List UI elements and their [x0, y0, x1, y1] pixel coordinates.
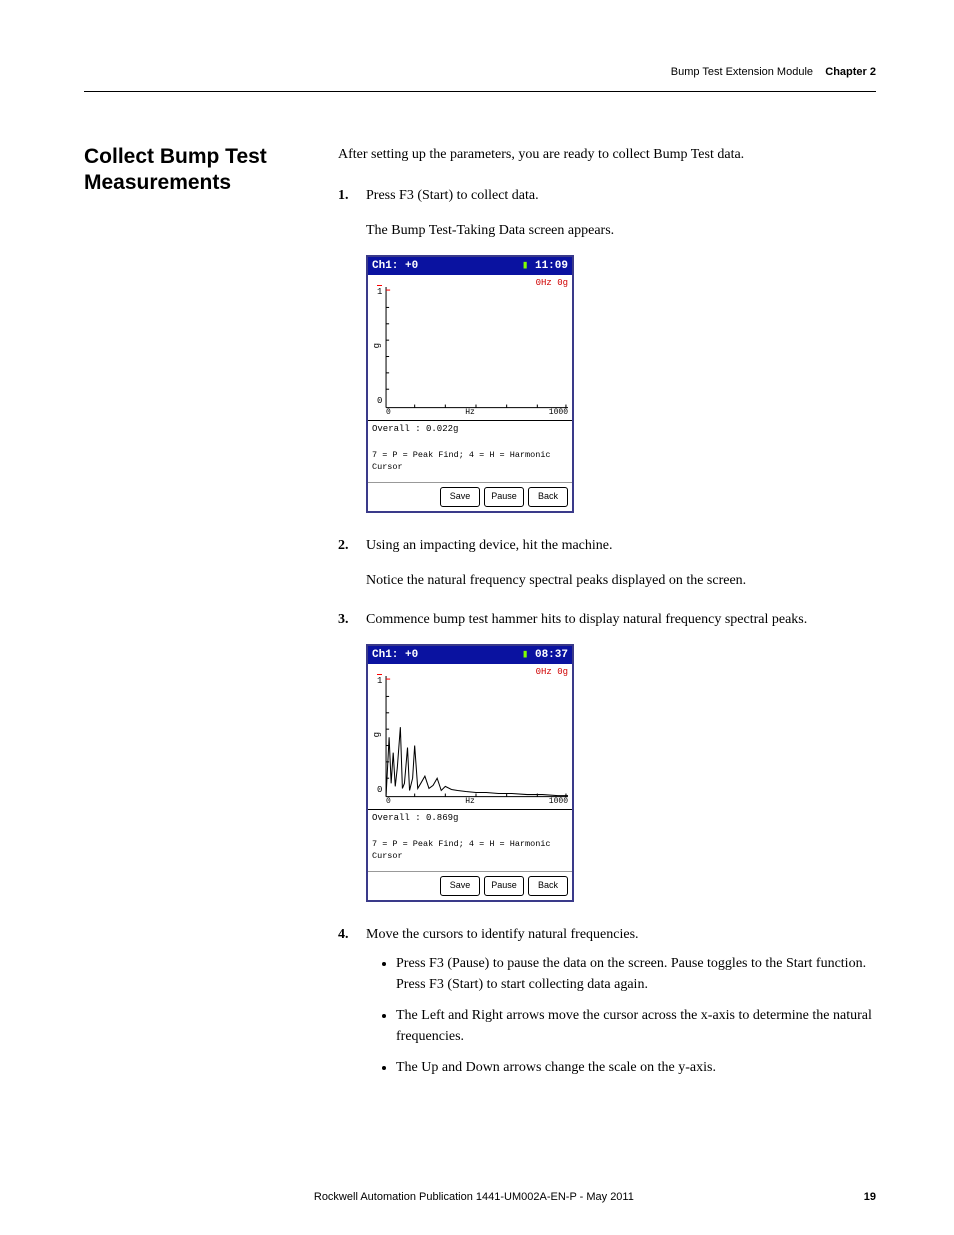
screenshot-1: Ch1: +0 ▮ 11:09 0Hz 0g 1 g 0 [366, 255, 876, 513]
ss-y-bottom: 0 [377, 784, 382, 798]
ss-channel-label: Ch1: +0 [372, 647, 418, 664]
step-text: Press F3 (Start) to collect data. [366, 188, 539, 203]
ss-y-top: 1 [377, 285, 382, 300]
ss-button-row: Save Pause Back [368, 482, 572, 511]
step-item: Using an impacting device, hit the machi… [366, 535, 876, 591]
sub-bullet: Press F3 (Pause) to pause the data on th… [396, 953, 876, 995]
header-rule [84, 91, 876, 92]
ss-y-top: 1 [377, 674, 382, 689]
left-column: Collect Bump Test Measurements [84, 144, 314, 1096]
pause-button[interactable]: Pause [484, 876, 524, 896]
step-item: Press F3 (Start) to collect data. The Bu… [366, 185, 876, 513]
step-text: Using an impacting device, hit the machi… [366, 538, 612, 553]
sub-bullets: Press F3 (Pause) to pause the data on th… [366, 953, 876, 1078]
plot-axes [384, 676, 568, 799]
steps-list: Press F3 (Start) to collect data. The Bu… [338, 185, 876, 1078]
sub-bullet: The Up and Down arrows change the scale … [396, 1057, 876, 1078]
ss-x-max: 1000 [549, 796, 568, 808]
content-columns: Collect Bump Test Measurements After set… [84, 144, 876, 1096]
ss-x-max: 1000 [549, 407, 568, 419]
right-column: After setting up the parameters, you are… [338, 144, 876, 1096]
page-header: Bump Test Extension Module Chapter 2 [84, 64, 876, 81]
ss-y-unit: g [371, 732, 385, 737]
step-body: The Bump Test-Taking Data screen appears… [366, 220, 876, 241]
pause-button[interactable]: Pause [484, 487, 524, 507]
page-footer: Rockwell Automation Publication 1441-UM0… [84, 1189, 876, 1206]
ss-clock: ▮ 11:09 [522, 258, 568, 275]
ss-overall-readout: Overall : 0.022g [368, 420, 572, 439]
chapter-label: Chapter 2 [825, 66, 876, 78]
ss-x-min: 0 [386, 796, 391, 808]
ss-header: Ch1: +0 ▮ 08:37 [368, 646, 572, 665]
ss-x-min: 0 [386, 407, 391, 419]
battery-icon: ▮ [522, 649, 529, 661]
ss-button-row: Save Pause Back [368, 871, 572, 900]
device-screenshot: Ch1: +0 ▮ 08:37 0Hz 0g 1 g 0 [366, 644, 574, 902]
section-title: Collect Bump Test Measurements [84, 144, 314, 197]
ss-y-unit: g [371, 343, 385, 348]
ss-clock: ▮ 08:37 [522, 647, 568, 664]
publication-info: Rockwell Automation Publication 1441-UM0… [84, 1189, 864, 1206]
page-number: 19 [864, 1189, 876, 1206]
ss-time: 11:09 [535, 260, 568, 272]
step-body: Notice the natural frequency spectral pe… [366, 570, 876, 591]
plot-axes [384, 287, 568, 410]
step-item: Commence bump test hammer hits to displa… [366, 609, 876, 902]
ss-channel-label: Ch1: +0 [372, 258, 418, 275]
back-button[interactable]: Back [528, 487, 568, 507]
chapter-name: Bump Test Extension Module [671, 66, 813, 78]
ss-plot-area: 0Hz 0g 1 g 0 [368, 275, 572, 420]
spectrum-trace [386, 727, 568, 797]
ss-y-bottom: 0 [377, 395, 382, 409]
ss-x-label: Hz [465, 796, 475, 808]
save-button[interactable]: Save [440, 487, 480, 507]
step-text: Move the cursors to identify natural fre… [366, 927, 639, 942]
intro-text: After setting up the parameters, you are… [338, 144, 876, 165]
screenshot-2: Ch1: +0 ▮ 08:37 0Hz 0g 1 g 0 [366, 644, 876, 902]
ss-hint-text: 7 = P = Peak Find; 4 = H = Harmonic Curs… [368, 828, 572, 872]
ss-overall-readout: Overall : 0.869g [368, 809, 572, 828]
back-button[interactable]: Back [528, 876, 568, 896]
step-text: Commence bump test hammer hits to displa… [366, 612, 807, 627]
battery-icon: ▮ [522, 260, 529, 272]
save-button[interactable]: Save [440, 876, 480, 896]
ss-header: Ch1: +0 ▮ 11:09 [368, 257, 572, 276]
ss-plot-area: 0Hz 0g 1 g 0 [368, 664, 572, 809]
step-item: Move the cursors to identify natural fre… [366, 924, 876, 1078]
ss-time: 08:37 [535, 649, 568, 661]
ss-x-label: Hz [465, 407, 475, 419]
sub-bullet: The Left and Right arrows move the curso… [396, 1005, 876, 1047]
device-screenshot: Ch1: +0 ▮ 11:09 0Hz 0g 1 g 0 [366, 255, 574, 513]
ss-hint-text: 7 = P = Peak Find; 4 = H = Harmonic Curs… [368, 439, 572, 483]
